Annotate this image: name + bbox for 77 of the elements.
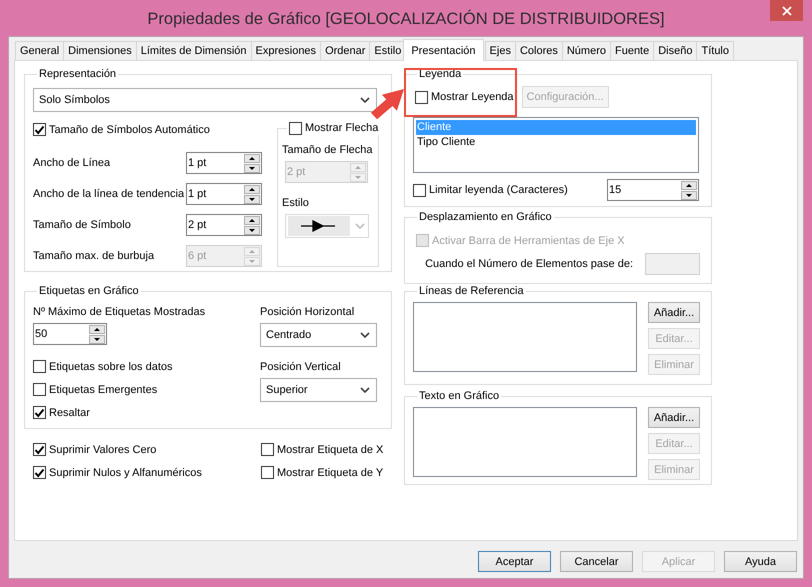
field-label: Posición Horizontal — [260, 305, 354, 319]
spin-down-button[interactable] — [244, 194, 260, 204]
checkbox-label: Suprimir Valores Cero — [49, 444, 156, 456]
dialog-button[interactable]: Añadir... — [648, 302, 700, 323]
dropdown[interactable]: Superior — [260, 378, 377, 402]
group-title: Etiquetas en Gráfico — [38, 285, 140, 298]
spin-down-button[interactable] — [244, 164, 260, 172]
list-box[interactable] — [413, 407, 637, 477]
chevron-icon — [360, 332, 370, 338]
window-title: Propiedades de Gráfico [GEOLOCALIZACIÓN DE DISTRIBUIDORES] — [147, 8, 665, 28]
dropdown[interactable]: Solo Símbolos — [33, 88, 377, 112]
checkbox[interactable] — [33, 383, 46, 396]
group-title: Líneas de Referencia — [418, 285, 525, 298]
checkbox-label: Limitar leyenda (Caracteres) — [429, 184, 568, 196]
close-button[interactable] — [770, 0, 803, 21]
spin-down-button[interactable] — [244, 226, 260, 234]
dialog-button[interactable]: Añadir... — [648, 407, 700, 428]
number-field[interactable]: 50 — [33, 323, 107, 345]
field-label: Ancho de la línea de tendencia — [33, 188, 186, 200]
number-field[interactable]: 2 pt — [186, 214, 262, 236]
number-field[interactable]: 1 pt — [186, 152, 262, 174]
checkbox[interactable] — [33, 466, 46, 479]
chevron-icon — [360, 96, 370, 104]
spin-down-button[interactable] — [89, 334, 105, 344]
field-label: Cuando el Número de Elementos pase de: — [425, 258, 633, 270]
field-label: Posición Vertical — [260, 360, 341, 374]
checkbox-label: Suprimir Nulos y Alfanuméricos — [49, 466, 202, 478]
checkbox-label: Mostrar Flecha — [305, 122, 378, 135]
group-title: Desplazamiento en Gráfico — [418, 211, 553, 224]
chevron-icon — [355, 222, 365, 230]
number-field[interactable]: 15 — [607, 179, 699, 201]
checkbox[interactable] — [261, 443, 274, 456]
field-label: Estilo — [282, 196, 310, 210]
field-label: Tamaño max. de burbuja — [33, 250, 156, 262]
spin-down-button[interactable] — [681, 190, 697, 200]
number-field[interactable]: 1 pt — [186, 183, 262, 205]
checkbox[interactable] — [413, 184, 426, 196]
close-icon — [782, 6, 792, 16]
checkbox-label: Resaltar — [49, 406, 90, 418]
checkbox-label: Etiquetas sobre los datos — [49, 360, 173, 372]
dialog-button[interactable]: Cancelar — [560, 551, 633, 572]
list-box[interactable]: Cliente Tipo Cliente — [413, 117, 699, 173]
checkbox-label: Activar Barra de Herramientas de Eje X — [432, 234, 625, 246]
group-title: Texto en Gráfico — [418, 390, 500, 403]
checkbox[interactable] — [33, 443, 46, 456]
tab[interactable]: Presentación — [403, 39, 484, 61]
field-label: Tamaño de Símbolo — [33, 219, 132, 231]
tab[interactable]: Título — [696, 41, 734, 60]
callout-arrow — [370, 89, 405, 120]
checkbox-label: Etiquetas Emergentes — [49, 384, 158, 396]
checkbox[interactable] — [33, 406, 46, 419]
list-box[interactable] — [413, 302, 637, 372]
tab[interactable]: Ejes — [484, 41, 516, 60]
field-label: Nº Máximo de Etiquetas Mostradas — [33, 305, 206, 319]
checkbox[interactable] — [415, 90, 428, 104]
spin-up-button[interactable] — [244, 154, 260, 162]
spin-up-button[interactable] — [89, 324, 105, 334]
chevron-icon — [360, 386, 370, 394]
group-title: Leyenda — [418, 68, 462, 81]
dropdown[interactable]: Centrado — [260, 323, 377, 347]
checkbox-label: Mostrar Leyenda — [431, 91, 514, 103]
checkbox-label: Mostrar Etiqueta de Y — [277, 466, 384, 478]
spin-up-button[interactable] — [244, 184, 260, 194]
field-label: Tamaño de Flecha — [282, 143, 374, 157]
checkbox-label: Mostrar Etiqueta de X — [277, 444, 384, 456]
spin-up-button[interactable] — [244, 216, 260, 224]
checkbox[interactable] — [33, 360, 46, 373]
group-title: Representación — [38, 68, 118, 81]
field-label: Ancho de Línea — [33, 157, 112, 169]
checkbox[interactable] — [33, 123, 46, 136]
tab[interactable]: General — [15, 41, 64, 60]
dialog-button[interactable]: Ayuda — [724, 551, 797, 572]
checkbox[interactable] — [261, 466, 274, 479]
spin-up-button[interactable] — [681, 180, 697, 190]
checkbox-label: Tamaño de Símbolos Automático — [49, 124, 210, 136]
list-item[interactable]: Tipo Cliente — [416, 135, 696, 150]
dialog-button[interactable]: Aceptar — [478, 551, 551, 572]
